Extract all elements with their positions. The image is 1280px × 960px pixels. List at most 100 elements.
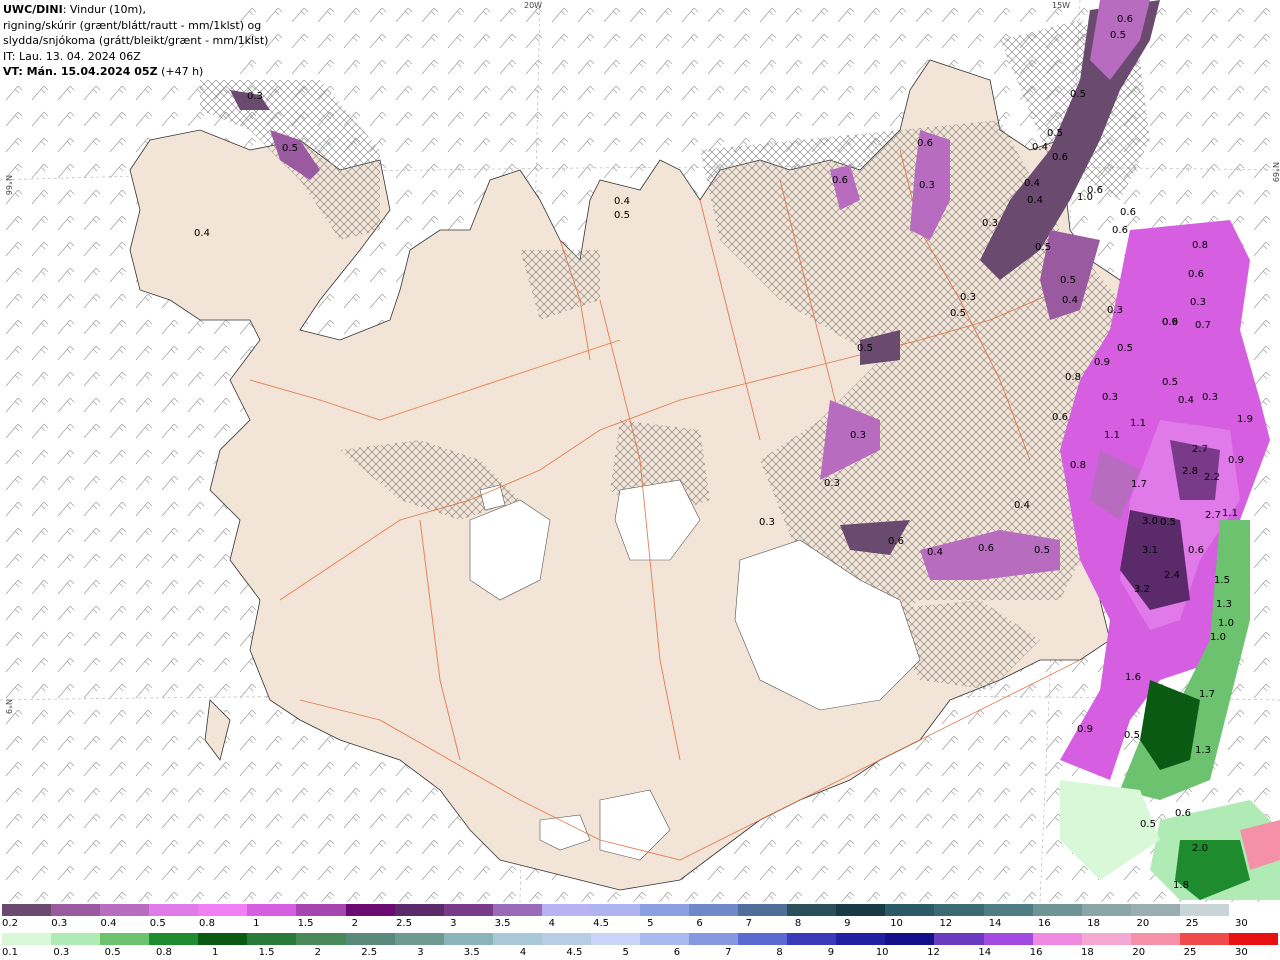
- snow-value-label: 2.2: [1204, 472, 1220, 483]
- snow-value-label: 0.6: [1117, 14, 1133, 25]
- snow-value-label: 0.5: [1110, 30, 1126, 41]
- rain-legend-swatch: [640, 933, 690, 945]
- snow-legend-label: 20: [1136, 918, 1150, 929]
- snow-legend-swatch: [590, 904, 641, 916]
- lon-label-20w: 20W: [524, 1, 542, 10]
- snow-value-label: 0.4: [1024, 178, 1040, 189]
- rain-legend-swatch: [590, 933, 641, 945]
- snow-legend-swatch: [51, 904, 101, 916]
- snow-legend-label: 6: [696, 918, 703, 929]
- title-line-1: UWC/DINI: Vindur (10m),: [3, 2, 237, 18]
- rain-legend-label: 3.5: [463, 947, 480, 958]
- rain-legend-swatch: [394, 933, 444, 945]
- snow-value-label: 0.5: [857, 343, 873, 354]
- snow-legend-label: 4: [548, 918, 555, 929]
- lat-label-lower-left: N°9: [4, 699, 13, 714]
- snow-legend-swatch: [443, 904, 493, 916]
- snow-value-label: 0.5: [1124, 730, 1140, 741]
- lon-label-15w: 15W: [1052, 1, 1070, 10]
- rain-legend-swatch: [247, 933, 297, 945]
- snow-value-label: 0.6: [1120, 207, 1136, 218]
- lead-time: (+47 h): [161, 65, 204, 78]
- snow-value-label: 3.2: [1134, 584, 1150, 595]
- rain-legend-swatch: [1179, 933, 1229, 945]
- snow-legend-label: 5: [647, 918, 654, 929]
- snow-value-label: 2.7: [1192, 444, 1208, 455]
- snow-value-label: 0.3: [982, 218, 998, 229]
- init-time: IT: Lau. 13. 04. 2024 06Z: [3, 49, 141, 63]
- rain-legend-label: 30: [1234, 947, 1248, 958]
- snow-legend-swatch: [1130, 904, 1180, 916]
- snow-legend-swatch: [198, 904, 248, 916]
- valid-time: VT: Mán. 15.04.2024 05Z (+47 h): [3, 64, 237, 80]
- rain-legend-swatch: [934, 933, 984, 945]
- snow-legend-label: 1: [253, 918, 260, 929]
- snow-value-label: 0.4: [614, 196, 630, 207]
- snow-legend-label: 0.3: [51, 918, 68, 929]
- snow-value-label: 1.1: [1222, 508, 1238, 519]
- snow-legend-label: 25: [1185, 918, 1199, 929]
- rain-legend-label: 14: [978, 947, 992, 958]
- snow-value-label: 0.9: [1094, 357, 1110, 368]
- rain-value-label: 0.6: [1175, 808, 1191, 819]
- rain-legend-label: 7: [725, 947, 732, 958]
- rain-value-label: 0.5: [1140, 819, 1156, 830]
- snow-value-label: 0.4: [1032, 142, 1048, 153]
- rain-legend-label: 0.3: [53, 947, 70, 958]
- snow-legend-swatch: [2, 904, 52, 916]
- rain-legend-label: 3: [417, 947, 424, 958]
- snow-value-label: 0.8: [1192, 240, 1208, 251]
- rain-legend-swatch: [541, 933, 591, 945]
- snow-legend-swatch: [640, 904, 690, 916]
- rain-legend-label: 2.5: [361, 947, 378, 958]
- snow-value-label: 0.6: [1162, 317, 1178, 328]
- rain-value-label: 1.0: [1218, 618, 1234, 629]
- snow-legend-swatch: [100, 904, 150, 916]
- title-line-3: slydda/snjókoma (grátt/bleikt/grænt - mm…: [3, 34, 269, 47]
- rain-legend-label: 9: [827, 947, 835, 958]
- snow-value-label: 0.4: [1027, 195, 1043, 206]
- snow-value-label: 1.7: [1131, 479, 1147, 490]
- snow-value-label: 0.7: [1195, 320, 1211, 331]
- rain-legend-label: 6: [673, 947, 681, 958]
- snow-legend-label: 30: [1234, 918, 1248, 929]
- snow-legend-swatch: [738, 904, 788, 916]
- rain-legend-swatch: [345, 933, 395, 945]
- rain-legend-label: 8: [776, 947, 783, 958]
- snow-value-label: 0.3: [824, 478, 840, 489]
- title-variable: : Vindur (10m),: [62, 3, 146, 16]
- snow-legend-swatch: [836, 904, 886, 916]
- snow-value-label: 0.6: [978, 543, 994, 554]
- rain-legend-swatch: [787, 933, 837, 945]
- rain-legend-swatch: [689, 933, 739, 945]
- snow-legend-swatch: [394, 904, 444, 916]
- rain-legend-label: 1: [212, 947, 219, 958]
- snow-value-label: 0.3: [1102, 392, 1118, 403]
- rain-value-label: 1.8: [1173, 880, 1189, 891]
- rain-legend-label: 12: [927, 947, 940, 958]
- snow-value-label: 0.4: [927, 547, 943, 558]
- rain-value-label: 2.0: [1192, 843, 1208, 854]
- rain-legend-swatch: [1130, 933, 1180, 945]
- rain-legend-swatch: [296, 933, 346, 945]
- snow-legend-label: 0.4: [100, 918, 117, 929]
- rain-value-label: 1.0: [1210, 632, 1226, 643]
- rain-legend-swatch: [100, 933, 150, 945]
- rain-value-label: 1.3: [1216, 599, 1232, 610]
- snow-value-label: 2.8: [1182, 466, 1198, 477]
- snow-legend-swatch: [247, 904, 297, 916]
- snow-value-label: 0.5: [1060, 275, 1076, 286]
- snow-value-label: 0.6: [1112, 225, 1128, 236]
- snow-legend-swatch: [689, 904, 739, 916]
- snow-value-label: 0.6: [888, 536, 904, 547]
- snow-legend-label: 10: [890, 918, 903, 929]
- rain-legend-label: 5: [622, 947, 629, 958]
- snow-legend-label: 18: [1087, 918, 1100, 929]
- snow-value-label: 0.3: [1190, 297, 1206, 308]
- snow-legend-swatch: [492, 904, 542, 916]
- snow-legend-label: 4.5: [593, 918, 609, 929]
- rain-legend-swatch: [1228, 933, 1279, 945]
- snow-value-label: 0.3: [919, 180, 935, 191]
- rain-legend-label: 20: [1132, 947, 1146, 958]
- rain-legend-swatch: [738, 933, 788, 945]
